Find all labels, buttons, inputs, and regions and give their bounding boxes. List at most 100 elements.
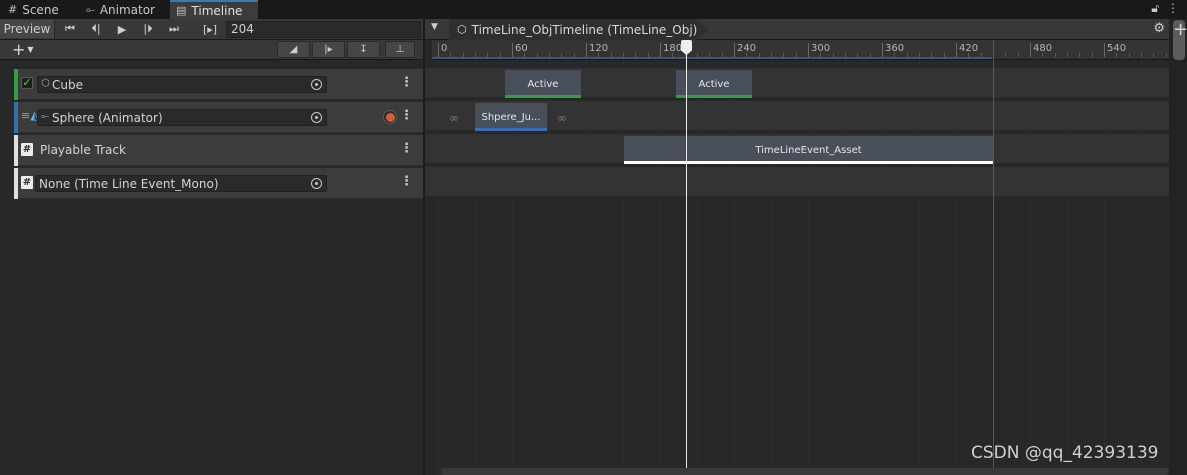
tab-scene[interactable]: # Scene <box>2 0 65 19</box>
sequence-dropdown-icon[interactable]: ▼ <box>431 22 438 32</box>
mix-mode-icon: ◢ <box>289 44 298 55</box>
replace-icon: ↧ <box>359 44 368 55</box>
track-active-checkbox[interactable]: ✓ <box>21 77 33 89</box>
ruler-minor-tick <box>1005 53 1007 57</box>
track-menu-icon[interactable]: ⋮ <box>400 174 413 189</box>
timeline-clip-area[interactable]: Active Active ∞ Shpere_Ju... ∞ TimeLineE… <box>425 60 1169 475</box>
record-icon[interactable] <box>383 110 397 124</box>
track-toolbar: + ▼ ◢ |▸ ↧ ⊥ <box>0 40 423 60</box>
plus-icon[interactable]: + <box>1173 19 1187 40</box>
gear-icon[interactable]: ⚙ <box>1153 21 1165 36</box>
ruler-minor-tick <box>536 53 538 57</box>
film-icon: ▤ <box>176 4 187 17</box>
ruler-minor-tick <box>450 53 452 57</box>
track-menu-icon[interactable]: ⋮ <box>400 75 413 90</box>
pin-button[interactable]: ⊥ <box>385 41 415 58</box>
ruler-minor-tick <box>919 53 920 57</box>
tab-menu-icon[interactable]: ⋮ <box>1167 1 1179 16</box>
playhead-line[interactable] <box>686 40 687 475</box>
clip-label: Active <box>527 78 559 90</box>
ruler-minor-tick <box>1042 53 1044 57</box>
ruler-minor-tick <box>1091 53 1093 57</box>
ruler-minor-tick <box>783 53 785 57</box>
script-track-icon: # <box>21 176 33 189</box>
playable-clip[interactable]: TimeLineEvent_Asset <box>624 136 993 164</box>
object-picker-icon[interactable] <box>311 79 322 90</box>
breadcrumb-label: TimeLine_ObjTimeline (TimeLine_Obj) <box>471 22 698 37</box>
ruler-minor-tick <box>771 53 772 57</box>
breadcrumb[interactable]: ⬡ TimeLine_ObjTimeline (TimeLine_Obj) <box>449 19 710 40</box>
ruler-minor-tick <box>746 53 748 57</box>
ruler-minor-tick <box>1067 53 1068 57</box>
ruler-minor-tick <box>943 53 945 57</box>
go-to-start-icon[interactable]: ⏮ <box>58 20 82 38</box>
track-header-event[interactable]: # None (Time Line Event_Mono) ⋮ <box>14 168 423 199</box>
ripple-mode-button[interactable]: |▸ <box>312 41 345 58</box>
clip-color-bar <box>676 95 752 98</box>
timeline-breadcrumb-bar: ▼ ⬡ TimeLine_ObjTimeline (TimeLine_Obj) … <box>425 19 1169 40</box>
watermark: CSDN @qq_42393139 <box>971 443 1159 463</box>
next-frame-icon[interactable]: |⏵︎ <box>136 20 160 38</box>
track-menu-icon[interactable]: ⋮ <box>400 141 413 156</box>
ruler-minor-tick <box>1141 53 1142 57</box>
ruler-minor-tick <box>721 53 723 57</box>
clip-label: Active <box>698 78 730 90</box>
replace-mode-button[interactable]: ↧ <box>347 41 380 58</box>
ruler-minor-tick <box>894 53 896 57</box>
lock-icon[interactable]: 🔓︎ <box>1151 1 1159 16</box>
ruler-minor-tick <box>549 53 550 57</box>
tab-timeline[interactable]: ▤ Timeline <box>170 0 258 19</box>
sphere-object-field[interactable]: ⟜ Sphere (Animator) <box>37 109 327 126</box>
object-picker-icon[interactable] <box>311 112 322 123</box>
track-name: Sphere (Animator) <box>52 111 163 125</box>
track-name: Cube <box>52 78 83 92</box>
go-to-end-icon[interactable]: ⏭ <box>162 20 186 38</box>
play-icon[interactable]: ▶ <box>110 20 134 38</box>
event-object-field[interactable]: None (Time Line Event_Mono) <box>35 175 327 192</box>
ruler-minor-tick <box>869 53 871 57</box>
ruler-minor-tick <box>499 53 501 57</box>
ruler-tick-line <box>660 43 661 57</box>
add-track-button[interactable]: + ▼ <box>12 40 34 59</box>
track-menu-icon[interactable]: ⋮ <box>400 108 413 123</box>
ruler-minor-tick <box>820 53 822 57</box>
track-name: None (Time Line Event_Mono) <box>39 177 219 191</box>
vertical-scrollbar[interactable] <box>1169 19 1187 475</box>
activation-clip[interactable]: Active <box>505 70 581 98</box>
track-header-cube[interactable]: ✓ ⬡ Cube ⋮ <box>14 69 423 100</box>
ruler-tick-line <box>882 43 883 57</box>
animation-clip[interactable]: Shpere_Ju... <box>475 103 547 131</box>
cube-outline-icon: ⬡ <box>457 23 467 36</box>
ruler-tick-label: 0 <box>441 43 448 54</box>
ruler-minor-tick <box>857 53 859 57</box>
ruler-tick-line <box>808 43 809 57</box>
activation-clip[interactable]: Active <box>676 70 752 98</box>
ruler-tick-line <box>438 43 439 57</box>
previous-frame-icon[interactable]: ⏴︎| <box>84 20 108 38</box>
object-picker-icon[interactable] <box>311 178 322 189</box>
extrapolation-hold-icon: ∞ <box>449 111 459 125</box>
clip-edit-mode-button[interactable]: ◢ <box>277 41 310 58</box>
time-ruler[interactable]: 0 60 120 180 240 300 360 420 480 540 <box>432 40 1169 60</box>
ruler-minor-tick <box>758 53 760 57</box>
ruler-minor-tick <box>462 53 464 57</box>
tab-animator[interactable]: ⟜ Animator <box>80 0 161 19</box>
track-header-sphere[interactable]: ≡◭ ⟜ Sphere (Animator) ⋮ <box>14 102 423 133</box>
ruler-minor-tick <box>968 53 970 57</box>
tab-animator-label: Animator <box>99 2 155 17</box>
ruler-minor-tick <box>610 53 612 57</box>
horizontal-scrollbar[interactable] <box>441 468 1169 475</box>
ruler-minor-tick <box>487 53 489 57</box>
ruler-minor-tick <box>980 53 982 57</box>
play-range-button[interactable]: [▸] <box>196 20 224 38</box>
grid-icon: # <box>8 3 18 16</box>
ruler-minor-tick <box>475 53 476 57</box>
chevron-down-icon: ▼ <box>27 45 34 54</box>
track-header-playable[interactable]: # Playable Track ⋮ <box>14 135 423 166</box>
preview-button[interactable]: Preview <box>0 20 55 38</box>
ruler-minor-tick <box>709 53 711 57</box>
current-frame-field[interactable]: 204 <box>226 21 421 38</box>
cube-object-field[interactable]: ⬡ Cube <box>37 76 327 93</box>
timeline-row-cube: Active Active <box>425 68 1169 99</box>
ruler-tick-line <box>1030 43 1031 57</box>
